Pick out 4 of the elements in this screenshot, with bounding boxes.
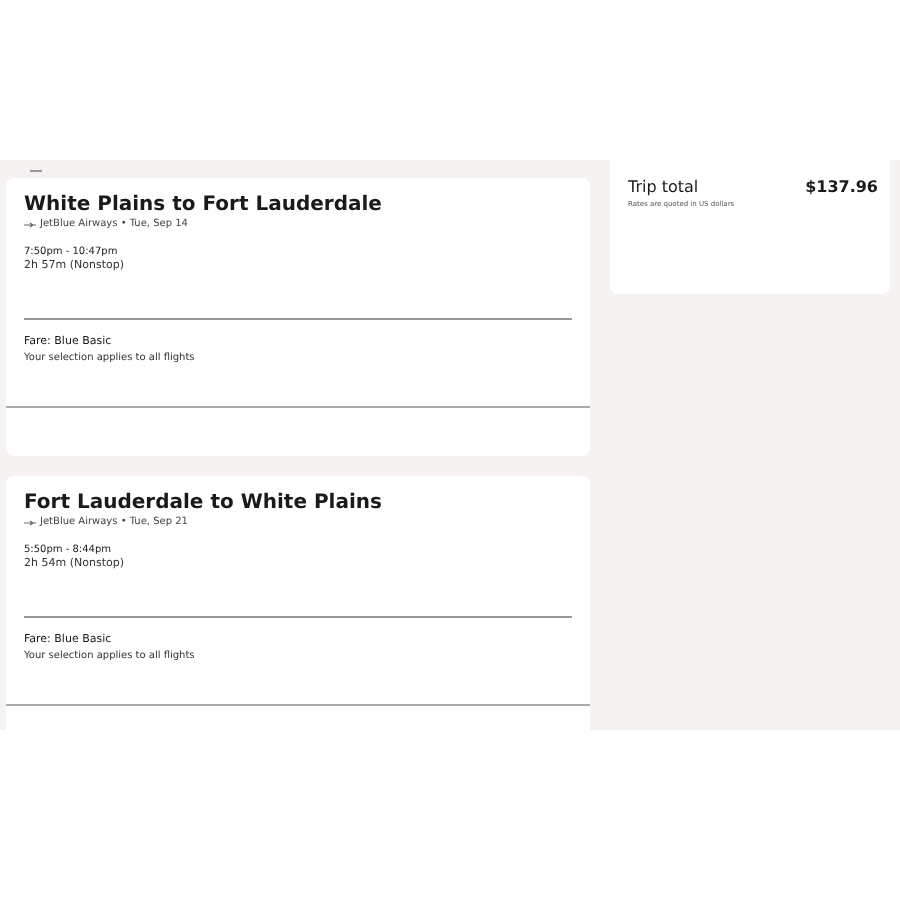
trip-total-label: Trip total bbox=[628, 178, 699, 196]
trip-total-amount: $137.96 bbox=[805, 178, 878, 196]
route-title: Fort Lauderdale to White Plains bbox=[24, 492, 384, 514]
route-title: White Plains to Fort Lauderdale bbox=[24, 194, 384, 216]
